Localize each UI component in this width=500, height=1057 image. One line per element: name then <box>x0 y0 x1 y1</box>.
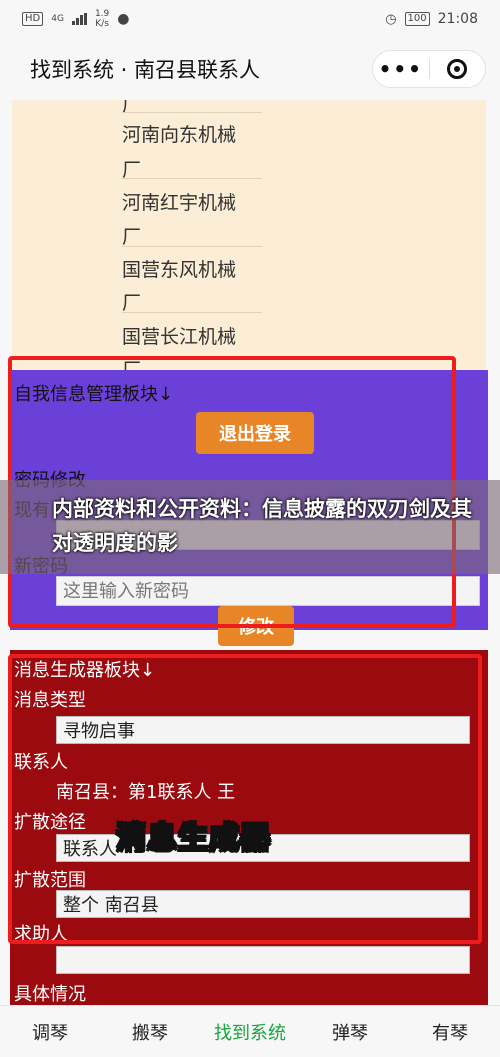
divider <box>122 246 262 247</box>
divider <box>122 312 262 313</box>
network-speed: 1.9 K/s <box>94 9 110 29</box>
more-icon[interactable]: ••• <box>373 57 429 81</box>
page-content[interactable]: 厂 河南向东机械 厂 河南红宇机械 厂 国营东风机械 厂 国营长江机械 厂 自我… <box>0 100 500 1005</box>
nav-bar: 找到系统 · 南召县联系人 ••• <box>0 38 500 100</box>
message-generator-caption: 消息生成器 <box>115 820 271 857</box>
divider <box>122 112 262 113</box>
clock: 21:08 <box>437 11 478 27</box>
factory-list-item-wrap: 厂 <box>122 292 142 314</box>
factory-list: 厂 河南向东机械 厂 河南红宇机械 厂 国营东风机械 厂 国营长江机械 厂 <box>12 100 486 381</box>
battery-icon: 100 <box>404 12 430 26</box>
factory-list-item[interactable]: 国营东风机械 <box>122 255 236 282</box>
tab-have-piano[interactable]: 有琴 <box>400 1019 500 1045</box>
factory-list-item-wrap: 厂 <box>122 100 142 116</box>
close-mini-program-button[interactable] <box>430 59 486 79</box>
bottom-tab-bar: 调琴 搬琴 找到系统 弹琴 有琴 <box>0 1005 500 1057</box>
tab-find-system[interactable]: 找到系统 <box>200 1019 300 1045</box>
tab-move[interactable]: 搬琴 <box>100 1019 200 1045</box>
highlight-box-message-module <box>8 654 482 944</box>
tab-tune[interactable]: 调琴 <box>0 1019 100 1045</box>
factory-list-item-wrap: 厂 <box>122 226 142 248</box>
network-type: 4G <box>51 14 64 24</box>
alarm-icon: ◷ <box>385 11 397 27</box>
detail-label: 具体情况 <box>14 984 86 1005</box>
factory-list-item[interactable]: 河南红宇机械 <box>122 188 236 215</box>
hd-badge: HD <box>22 12 44 26</box>
wechat-icon: ● <box>117 11 130 27</box>
status-bar: HD 4G 1.9 K/s ● ◷ 100 21:08 <box>0 0 500 38</box>
helper-field[interactable] <box>56 946 470 974</box>
mini-program-capsule: ••• <box>372 50 486 88</box>
signal-icon <box>71 13 87 25</box>
divider <box>122 178 262 179</box>
factory-list-item[interactable]: 国营长江机械 <box>122 322 236 349</box>
factory-list-item[interactable]: 河南向东机械 <box>122 120 236 147</box>
page-title: 找到系统 · 南召县联系人 <box>30 58 261 82</box>
tab-play[interactable]: 弹琴 <box>300 1019 400 1045</box>
target-icon <box>447 59 468 79</box>
article-title: 内部资料和公开资料：信息披露的双刃剑及其对透明度的影 <box>52 497 472 555</box>
